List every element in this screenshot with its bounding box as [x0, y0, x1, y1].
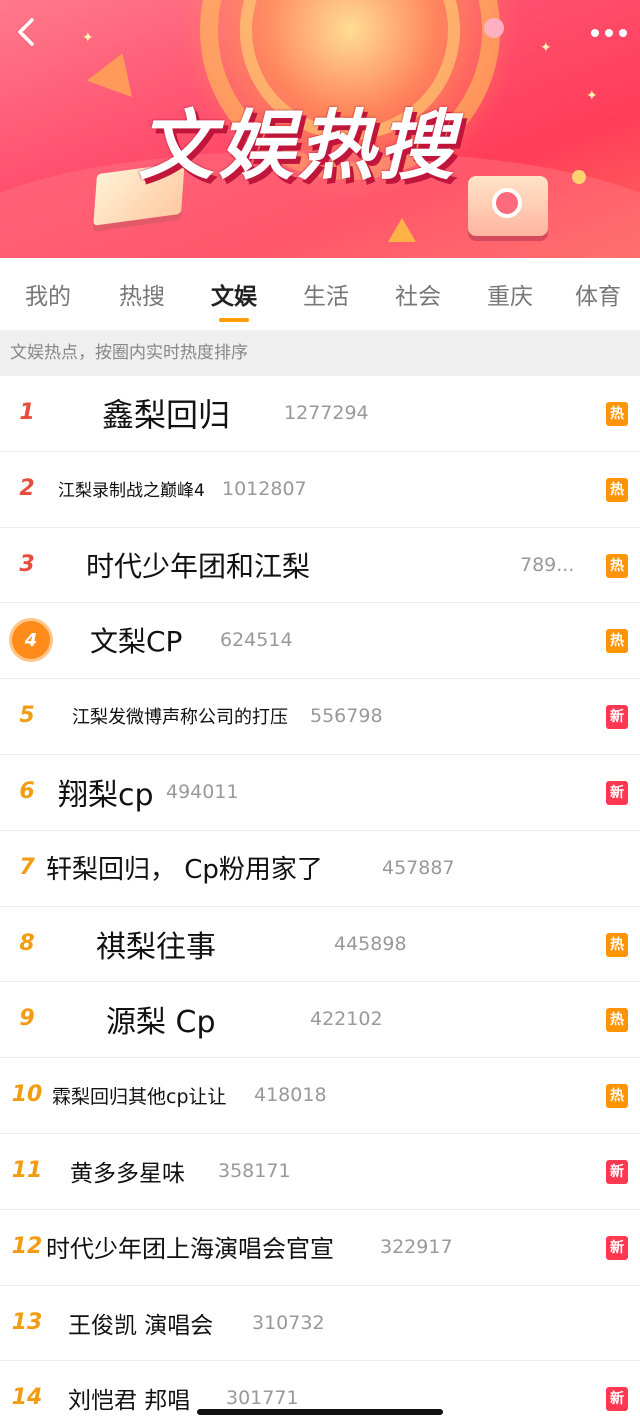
list-item[interactable]: 8 祺梨往事 445898 热	[0, 907, 640, 983]
back-button[interactable]	[10, 14, 46, 50]
new-tag: 新	[606, 1235, 628, 1260]
item-title: 黄多多星味	[70, 1160, 185, 1187]
item-title: 翔梨cp	[58, 777, 154, 813]
item-heat: 358171	[218, 1159, 291, 1182]
item-title: 时代少年团和江梨	[86, 549, 311, 583]
notice-text: 文娱热点，按圈内实时热度排序	[0, 330, 640, 376]
item-title: 轩梨回归， Cp粉用家了	[46, 855, 323, 886]
sparkle-icon: ✦	[82, 30, 94, 46]
decor-dot	[484, 18, 504, 38]
item-title: 文梨CP	[90, 625, 183, 659]
tab-chongqing[interactable]: 重庆	[464, 258, 556, 330]
rank-number: 5	[19, 703, 35, 729]
list-item[interactable]: 4 文梨CP 624514 热	[0, 603, 640, 680]
decor-triangle	[388, 218, 416, 242]
tab-sports[interactable]: 体育	[556, 258, 640, 330]
list-item[interactable]: 11 黄多多星味 358171 新	[0, 1134, 640, 1210]
item-heat: 310732	[252, 1311, 325, 1334]
item-heat: 494011	[166, 780, 239, 803]
rank-number: 14	[11, 1385, 43, 1411]
hot-tag: 热	[606, 477, 628, 502]
active-tab-indicator	[219, 318, 249, 322]
item-title: 王俊凯 演唱会	[68, 1312, 214, 1339]
hot-tag: 热	[606, 629, 628, 654]
item-heat: 556798	[310, 705, 383, 728]
new-tag: 新	[606, 1159, 628, 1184]
list-item[interactable]: 7 轩梨回归， Cp粉用家了 457887	[0, 831, 640, 907]
rank-badge: 4	[12, 621, 50, 660]
rank-number: 11	[11, 1157, 43, 1183]
decor-dot	[572, 170, 586, 184]
item-title: 源梨 Cp	[106, 1005, 216, 1041]
decor-triangle	[86, 44, 146, 98]
more-dots-icon	[591, 29, 627, 37]
sparkle-icon: ✦	[540, 40, 552, 56]
page-title: 文娱热搜	[138, 101, 458, 190]
hot-tag: 热	[606, 402, 628, 426]
hot-tag: 热	[606, 1084, 628, 1109]
list-item[interactable]: 13 王俊凯 演唱会 310732	[0, 1286, 640, 1362]
camera-icon	[468, 176, 548, 236]
item-heat: 457887	[382, 856, 455, 879]
rank-number: 8	[19, 930, 35, 956]
item-title: 祺梨往事	[96, 929, 216, 965]
tab-society[interactable]: 社会	[372, 258, 464, 330]
item-heat: 1277294	[284, 402, 369, 424]
tab-life[interactable]: 生活	[280, 258, 372, 330]
chevron-left-icon	[18, 18, 34, 46]
list-item[interactable]: 5 江梨发微博声称公司的打压 556798 新	[0, 679, 640, 755]
hot-tag: 热	[606, 932, 628, 957]
rank-number: 2	[19, 475, 35, 501]
hot-tag: 热	[606, 1008, 628, 1033]
list-item[interactable]: 12 时代少年团上海演唱会官宣 322917 新	[0, 1210, 640, 1286]
rank-number: 3	[19, 551, 35, 577]
category-tabs: 我的 热搜 文娱 生活 社会 重庆 体育	[0, 258, 640, 330]
item-title: 霖梨回归其他cp让让	[52, 1085, 227, 1108]
item-heat: 789...	[520, 553, 575, 576]
list-item[interactable]: 10 霖梨回归其他cp让让 418018 热	[0, 1058, 640, 1134]
rank-number: 10	[11, 1082, 43, 1108]
new-tag: 新	[606, 705, 628, 730]
rank-number: 13	[11, 1309, 43, 1335]
banner: ✦ ✦ ✦ 文娱热搜	[0, 0, 640, 258]
hot-search-list: 1 鑫梨回归 1277294 热 2 江梨录制战之巅峰4 1012807 热 3…	[0, 376, 640, 1421]
tab-hot-search[interactable]: 热搜	[96, 258, 188, 330]
home-indicator[interactable]	[197, 1409, 443, 1415]
new-tag: 新	[606, 1387, 628, 1412]
item-heat: 322917	[380, 1235, 453, 1258]
rank-number: 6	[19, 778, 35, 804]
item-heat: 422102	[310, 1008, 383, 1031]
item-title: 江梨录制战之巅峰4	[58, 481, 205, 502]
tab-mine[interactable]: 我的	[0, 258, 96, 330]
item-title: 时代少年团上海演唱会官宣	[46, 1235, 334, 1264]
rank-number: 9	[19, 1006, 35, 1032]
new-tag: 新	[606, 780, 628, 805]
item-heat: 624514	[220, 629, 293, 652]
list-item[interactable]: 3 时代少年团和江梨 789... 热	[0, 528, 640, 604]
more-button[interactable]	[586, 18, 632, 48]
item-title: 刘恺君 邦唱	[68, 1388, 191, 1415]
item-title: 江梨发微博声称公司的打压	[72, 707, 288, 729]
list-item[interactable]: 9 源梨 Cp 422102 热	[0, 982, 640, 1059]
list-item[interactable]: 1 鑫梨回归 1277294 热	[0, 376, 640, 452]
hot-tag: 热	[606, 553, 628, 578]
item-heat: 445898	[334, 932, 407, 955]
sparkle-icon: ✦	[586, 88, 598, 104]
tab-entertainment[interactable]: 文娱	[188, 258, 280, 330]
item-heat: 418018	[254, 1084, 327, 1107]
list-item[interactable]: 6 翔梨cp 494011 新	[0, 755, 640, 831]
item-heat: 1012807	[222, 477, 307, 500]
list-item[interactable]: 2 江梨录制战之巅峰4 1012807 热	[0, 452, 640, 528]
rank-number: 1	[19, 400, 35, 425]
item-title: 鑫梨回归	[102, 396, 231, 434]
